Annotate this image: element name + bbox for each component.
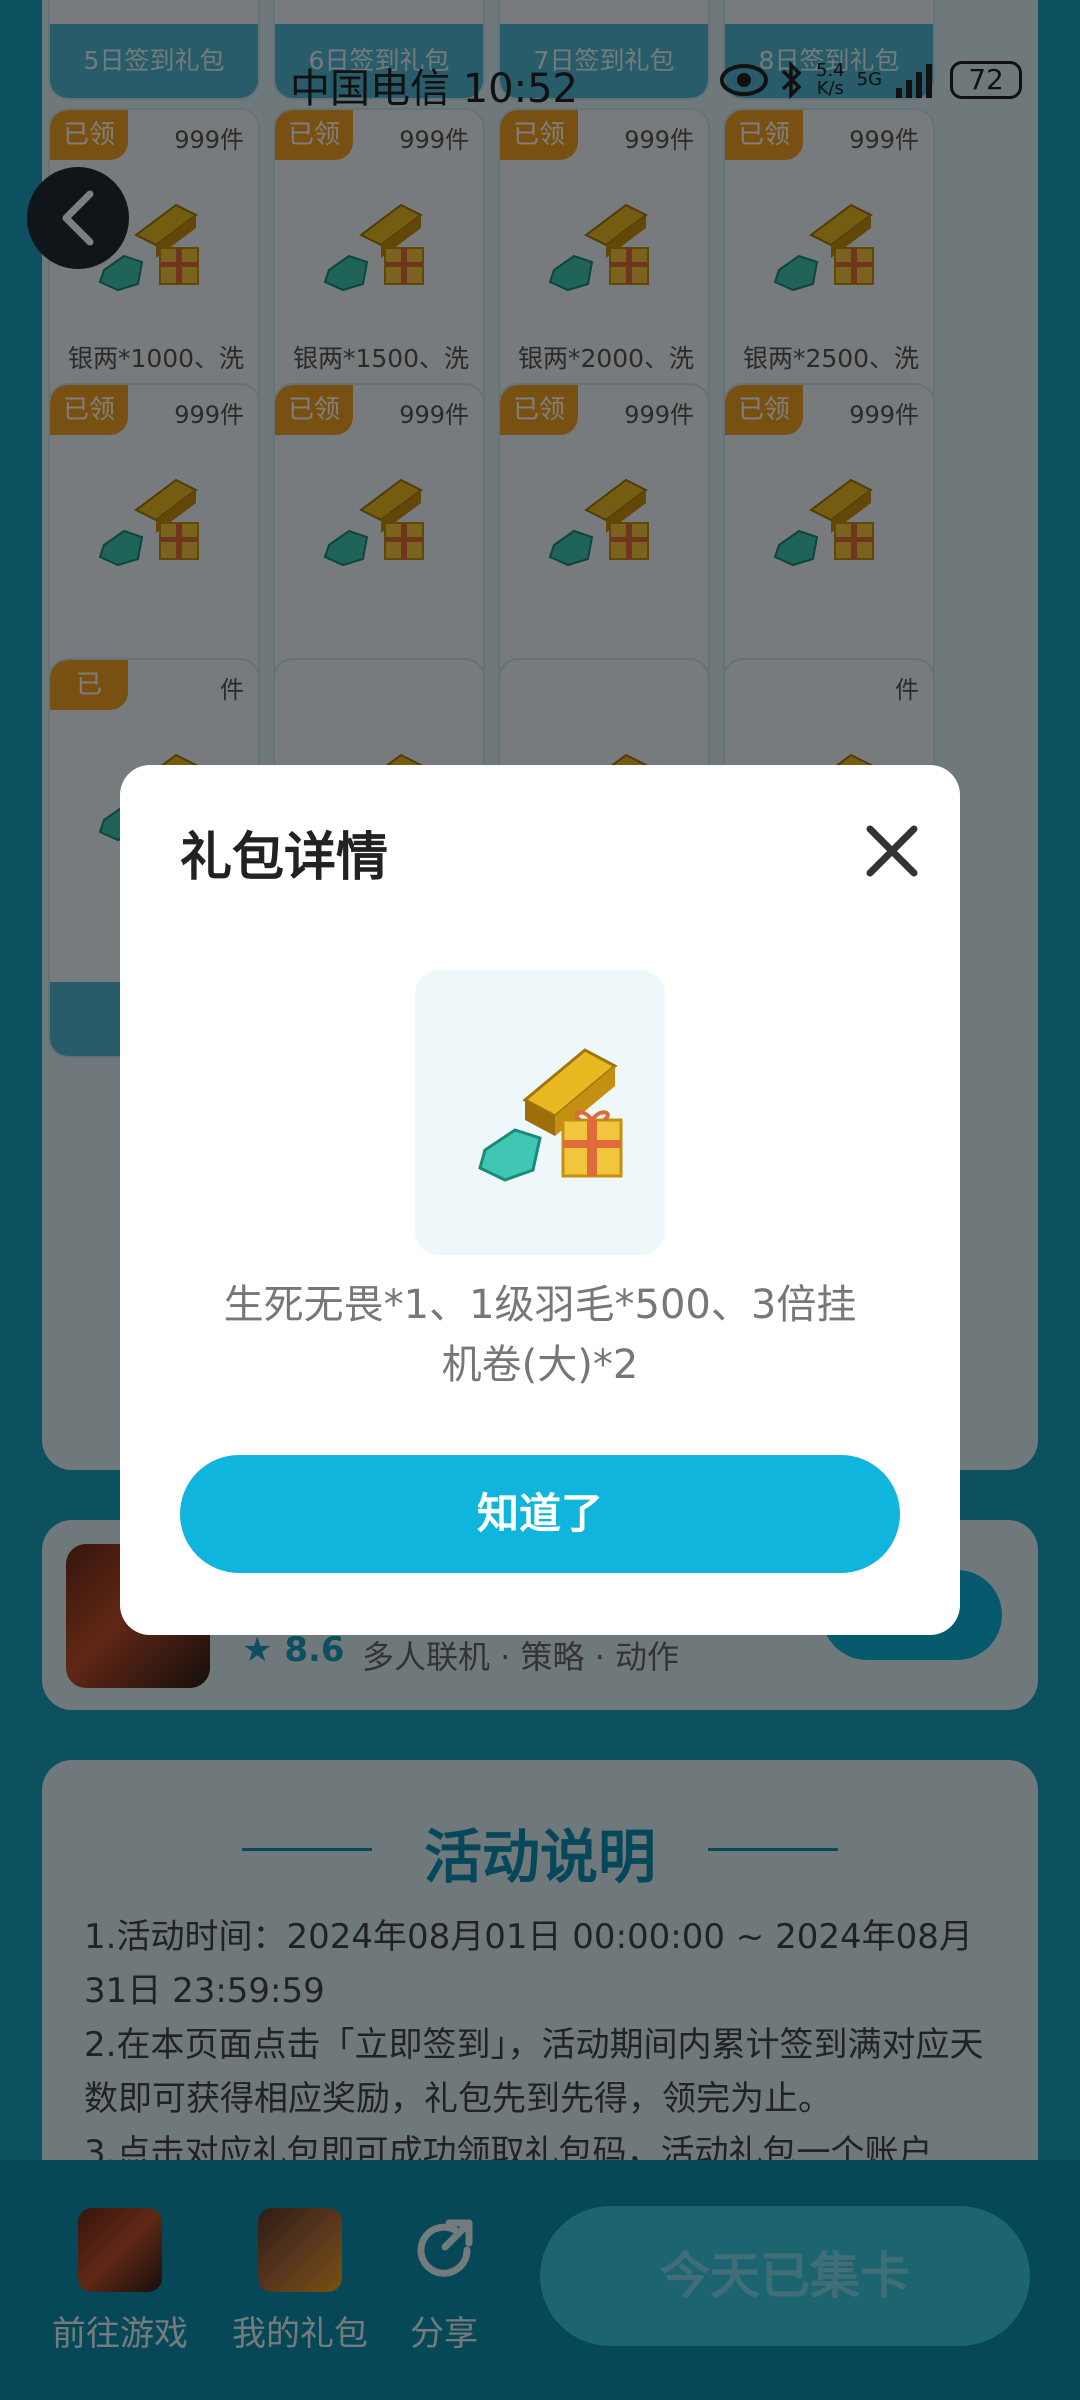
gift-image [415,970,665,1255]
got-it-button[interactable]: 知道了 [180,1455,900,1573]
close-button[interactable] [856,815,928,887]
gift-detail-modal: 礼包详情 生死无畏*1、1级羽毛*500、3倍挂机卷(大)*2 知道了 [120,765,960,1635]
modal-title: 礼包详情 [180,828,389,888]
gift-items-icon [478,1048,623,1182]
gift-description: 生死无畏*1、1级羽毛*500、3倍挂机卷(大)*2 [223,1282,857,1388]
close-icon [866,825,918,877]
